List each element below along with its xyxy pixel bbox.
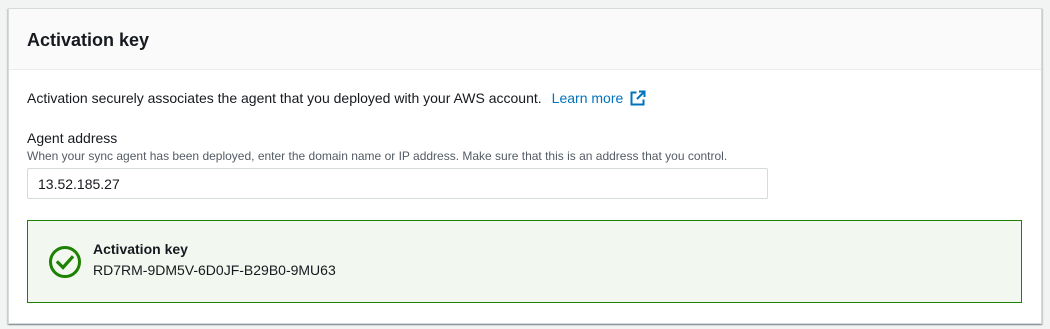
activation-key-alert: Activation key RD7RM-9DM5V-6D0JF-B29B0-9… bbox=[27, 220, 1022, 303]
panel-title: Activation key bbox=[27, 29, 150, 50]
agent-address-label: Agent address bbox=[27, 130, 118, 146]
alert-title: Activation key bbox=[93, 240, 188, 257]
alert-content: Activation key RD7RM-9DM5V-6D0JF-B29B0-9… bbox=[93, 239, 336, 280]
panel-header: Activation key bbox=[9, 9, 1041, 70]
agent-address-input[interactable] bbox=[27, 168, 768, 199]
check-circle-icon bbox=[48, 245, 82, 279]
description-text: Activation securely associates the agent… bbox=[27, 90, 542, 106]
learn-more-link[interactable]: Learn more bbox=[552, 88, 647, 108]
external-link-icon bbox=[630, 90, 646, 106]
activation-key-panel: Activation key Activation securely assoc… bbox=[8, 8, 1042, 324]
panel-body: Activation securely associates the agent… bbox=[9, 88, 1041, 303]
activation-key-value: RD7RM-9DM5V-6D0JF-B29B0-9MU63 bbox=[93, 261, 336, 278]
agent-address-hint: When your sync agent has been deployed, … bbox=[27, 149, 728, 163]
description: Activation securely associates the agent… bbox=[27, 88, 1021, 108]
learn-more-label: Learn more bbox=[551, 90, 624, 106]
